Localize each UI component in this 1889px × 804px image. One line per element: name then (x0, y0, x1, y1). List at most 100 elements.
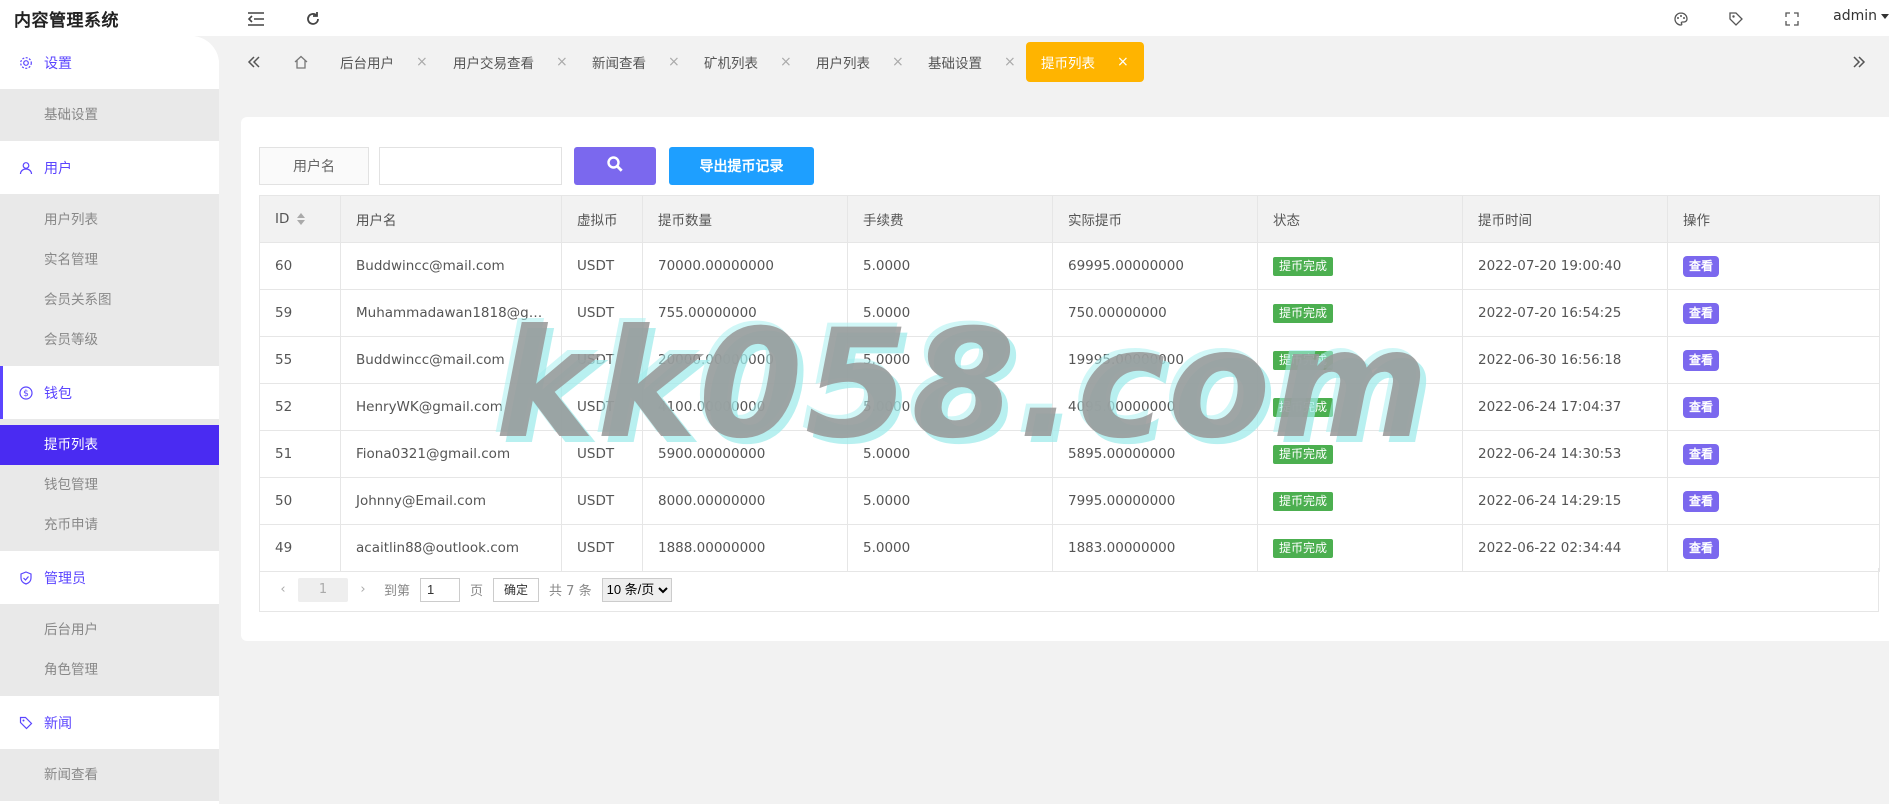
tab-user-trades[interactable]: 用户交易查看 × (453, 42, 568, 82)
cell-fee: 5.0000 (847, 524, 1053, 572)
tab-backend-users[interactable]: 后台用户 × (340, 42, 428, 82)
col-header-time: 提币时间 (1462, 195, 1668, 243)
sidebar-item-basic-settings[interactable]: 基础设置 (0, 95, 219, 135)
tabs-scroll-right-icon[interactable] (1847, 50, 1871, 74)
view-button[interactable]: 查看 (1683, 443, 1720, 465)
view-button[interactable]: 查看 (1683, 396, 1720, 418)
cell-status: 提币完成 (1257, 242, 1463, 290)
withdraw-table: ID 用户名 虚拟币 提币数量 手续费 实际提币 状态 提币时间 操作 60 B… (259, 195, 1880, 572)
sidebar-group-news: 新闻 新闻查看 (0, 696, 219, 801)
cell-id: 60 (259, 242, 341, 290)
close-icon[interactable]: × (1004, 54, 1016, 70)
cell-action: 查看 (1667, 477, 1880, 525)
goto-page-input[interactable] (420, 577, 461, 602)
sidebar-head-label: 设置 (44, 55, 72, 72)
next-page-icon[interactable]: › (354, 582, 372, 597)
cell-actual: 750.00000000 (1052, 289, 1258, 337)
status-badge: 提币完成 (1273, 303, 1334, 323)
cell-coin: USDT (561, 336, 643, 384)
close-icon[interactable]: × (892, 54, 904, 70)
sidebar-head-wallet[interactable]: $ 钱包 (0, 366, 219, 419)
sidebar-item-role-management[interactable]: 角色管理 (0, 650, 219, 690)
export-button[interactable]: 导出提币记录 (669, 147, 814, 185)
sidebar-head-settings[interactable]: 设置 (0, 36, 219, 89)
fullscreen-icon[interactable] (1781, 8, 1803, 30)
cell-username: acaitlin88@outlook.com (340, 524, 562, 572)
cell-time: 2022-07-20 19:00:40 (1462, 242, 1668, 290)
view-button[interactable]: 查看 (1683, 490, 1720, 512)
cell-fee: 5.0000 (847, 477, 1053, 525)
status-badge: 提币完成 (1273, 444, 1334, 464)
cell-fee: 5.0000 (847, 242, 1053, 290)
close-icon[interactable]: × (1117, 54, 1129, 70)
user-icon (18, 160, 34, 176)
sidebar-group-settings: 设置 基础设置 (0, 36, 219, 141)
tab-withdraw-list[interactable]: 提币列表 × (1026, 42, 1144, 82)
cell-id: 59 (259, 289, 341, 337)
cell-time: 2022-06-22 02:34:44 (1462, 524, 1668, 572)
sort-icon[interactable] (297, 213, 306, 225)
tag-icon[interactable] (1725, 8, 1747, 30)
sidebar-item-deposit-request[interactable]: 充币申请 (0, 505, 219, 545)
tab-label: 基础设置 (928, 56, 982, 72)
sidebar-head-news[interactable]: 新闻 (0, 696, 219, 749)
cell-actual: 1883.00000000 (1052, 524, 1258, 572)
table-row: 55 Buddwincc@mail.com USDT 20000.0000000… (259, 336, 1880, 384)
status-badge: 提币完成 (1273, 256, 1334, 276)
cell-time: 2022-06-30 16:56:18 (1462, 336, 1668, 384)
username: admin (1833, 8, 1877, 24)
cell-actual: 4095.00000000 (1052, 383, 1258, 431)
col-header-id[interactable]: ID (259, 195, 341, 243)
view-button[interactable]: 查看 (1683, 537, 1720, 559)
sidebar-head-label: 用户 (44, 160, 72, 177)
sidebar-item-wallet-management[interactable]: 钱包管理 (0, 465, 219, 505)
col-header-coin: 虚拟币 (561, 195, 643, 243)
tabs-scroll-left-icon[interactable] (242, 50, 266, 74)
tab-news-view[interactable]: 新闻查看 × (592, 42, 680, 82)
tab-label: 提币列表 (1041, 56, 1095, 72)
tab-user-list[interactable]: 用户列表 × (816, 42, 904, 82)
sidebar-item-member-level[interactable]: 会员等级 (0, 320, 219, 360)
collapse-menu-icon[interactable] (245, 8, 267, 30)
sidebar-item-withdraw-list[interactable]: 提币列表 (0, 425, 219, 465)
prev-page-icon[interactable]: ‹ (274, 582, 292, 597)
col-header-username: 用户名 (340, 195, 562, 243)
cell-action: 查看 (1667, 242, 1880, 290)
search-button[interactable] (574, 147, 656, 185)
tag-icon (18, 715, 34, 731)
sidebar-item-user-list[interactable]: 用户列表 (0, 200, 219, 240)
cell-amount: 5900.00000000 (642, 430, 848, 478)
close-icon[interactable]: × (780, 54, 792, 70)
view-button[interactable]: 查看 (1683, 349, 1720, 371)
tab-basic-settings[interactable]: 基础设置 × (928, 42, 1016, 82)
sidebar-item-news-view[interactable]: 新闻查看 (0, 755, 219, 795)
refresh-icon[interactable] (302, 8, 324, 30)
cell-action: 查看 (1667, 383, 1880, 431)
app-title: 内容管理系统 (14, 11, 119, 31)
total-count: 共 7 条 (549, 584, 592, 599)
sidebar-item-kyc[interactable]: 实名管理 (0, 240, 219, 280)
theme-palette-icon[interactable] (1670, 8, 1692, 30)
close-icon[interactable]: × (668, 54, 680, 70)
tab-miner-list[interactable]: 矿机列表 × (704, 42, 792, 82)
tab-label: 矿机列表 (704, 56, 758, 72)
view-button[interactable]: 查看 (1683, 255, 1720, 277)
home-icon[interactable] (289, 50, 313, 74)
view-button[interactable]: 查看 (1683, 302, 1720, 324)
close-icon[interactable]: × (416, 54, 428, 70)
close-icon[interactable]: × (556, 54, 568, 70)
sidebar-item-backend-users[interactable]: 后台用户 (0, 610, 219, 650)
user-menu[interactable]: admin (1833, 8, 1889, 24)
col-header-action: 操作 (1667, 195, 1880, 243)
username-search-input[interactable] (379, 147, 562, 185)
cell-coin: USDT (561, 242, 643, 290)
goto-confirm-button[interactable]: 确定 (493, 577, 540, 602)
sidebar-head-admin[interactable]: 管理员 (0, 551, 219, 604)
table-row: 49 acaitlin88@outlook.com USDT 1888.0000… (259, 524, 1880, 572)
cell-status: 提币完成 (1257, 430, 1463, 478)
cell-id: 49 (259, 524, 341, 572)
sidebar-item-member-graph[interactable]: 会员关系图 (0, 280, 219, 320)
sidebar-head-label: 钱包 (44, 385, 72, 402)
sidebar-head-users[interactable]: 用户 (0, 141, 219, 194)
page-size-select[interactable]: 10 条/页 (601, 577, 672, 602)
